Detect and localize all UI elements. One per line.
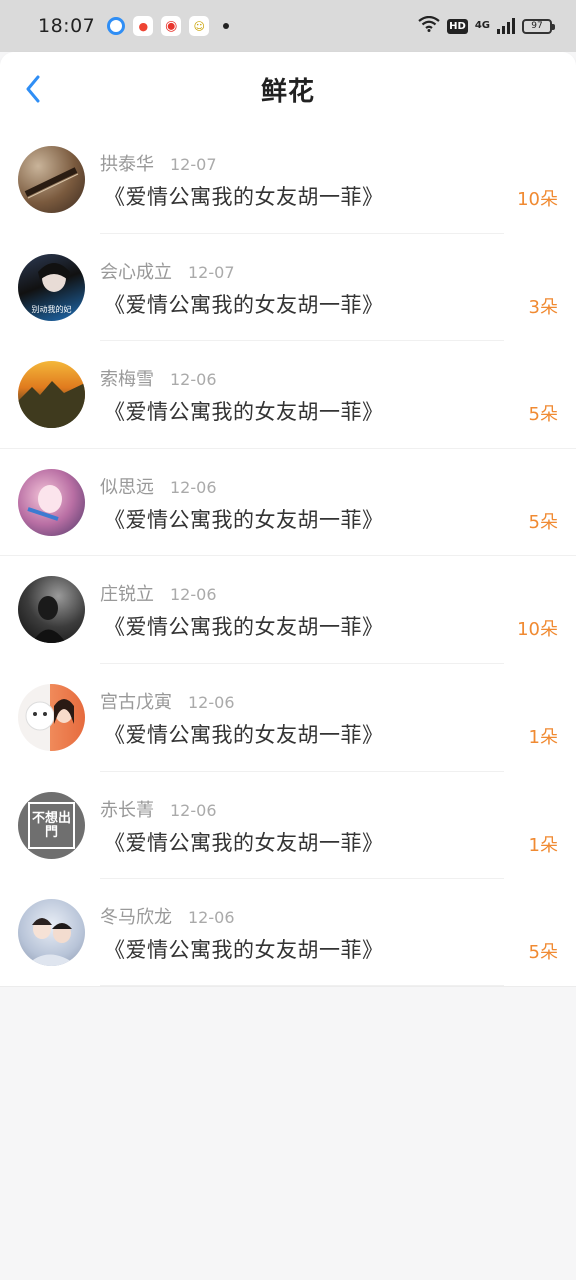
hd-badge: HD [447,18,468,34]
avatar[interactable]: 不想出門 [18,791,85,859]
post-date: 12-06 [188,908,235,928]
back-button[interactable] [20,74,46,104]
book-title[interactable]: 《爱情公寓我的女友胡一菲》 [104,719,384,749]
list-item[interactable]: 冬马欣龙 12-06 《爱情公寓我的女友胡一菲》 5朵 [0,879,576,987]
book-title[interactable]: 《爱情公寓我的女友胡一菲》 [104,289,384,319]
avatar[interactable] [18,146,85,213]
book-title[interactable]: 《爱情公寓我的女友胡一菲》 [104,396,384,426]
list-item[interactable]: 宫古戊寅 12-06 《爱情公寓我的女友胡一菲》 1朵 [0,664,576,772]
baby-app-icon: ☺ [189,16,210,36]
avatar[interactable] [18,683,85,751]
flower-count: 10朵 [517,619,558,641]
post-date: 12-06 [188,692,235,712]
avatar[interactable] [18,468,85,536]
status-bar: 18:07 ● ◉ ☺ HD 4G 97 [0,0,576,52]
user-name: 似思远 [100,476,154,498]
signal-icon [497,18,515,34]
post-date: 12-07 [170,155,217,174]
avatar[interactable] [18,576,85,644]
list-item[interactable]: 拱泰华 12-07 《爱情公寓我的女友胡一菲》 10朵 [0,126,576,234]
list-item[interactable]: 庄锐立 12-06 《爱情公寓我的女友胡一菲》 10朵 [0,556,576,664]
flower-count: 5朵 [528,404,558,426]
list-item[interactable]: 似思远 12-06 《爱情公寓我的女友胡一菲》 5朵 [0,449,576,557]
avatar-caption: 别动我的妃 [31,304,72,314]
book-title[interactable]: 《爱情公寓我的女友胡一菲》 [104,504,384,534]
status-app-icons: ● ◉ ☺ [107,16,230,36]
flower-count: 5朵 [528,511,558,533]
post-date: 12-07 [188,262,235,282]
header-bar: 鲜花 [0,52,576,126]
list-item[interactable]: 别动我的妃 会心成立 12-07 《爱情公寓我的女友胡一菲》 3朵 [0,234,576,342]
book-title[interactable]: 《爱情公寓我的女友胡一菲》 [104,181,384,211]
list-item[interactable]: 不想出門 赤长菁 12-06 《爱情公寓我的女友胡一菲》 1朵 [0,772,576,880]
wifi-icon [418,15,440,37]
network-type: 4G [474,20,490,31]
status-time: 18:07 [38,15,96,37]
flower-count: 5朵 [528,942,558,964]
post-date: 12-06 [170,585,217,605]
browser-icon [107,17,126,35]
user-name: 赤长菁 [100,799,154,821]
user-name: 拱泰华 [100,154,154,175]
user-name: 宫古戊寅 [100,691,172,713]
avatar-caption: 不想出門 [31,810,71,840]
page-title: 鲜花 [260,76,315,107]
chevron-left-icon [26,75,40,103]
flower-count: 1朵 [528,834,558,856]
flower-count: 10朵 [517,189,558,210]
user-name: 索梅雪 [100,369,154,391]
user-name: 庄锐立 [100,584,154,606]
notification-dot-icon [223,23,230,29]
map-icon: ● [133,16,154,36]
weibo-icon: ◉ [161,16,182,36]
flower-list: 拱泰华 12-07 《爱情公寓我的女友胡一菲》 10朵 别动我的妃 会心成立 1… [0,126,576,987]
flower-count: 1朵 [528,726,558,748]
book-title[interactable]: 《爱情公寓我的女友胡一菲》 [104,934,384,964]
user-name: 冬马欣龙 [100,907,172,929]
avatar[interactable]: 别动我的妃 [18,253,85,321]
post-date: 12-06 [170,370,217,390]
post-date: 12-06 [170,800,217,820]
book-title[interactable]: 《爱情公寓我的女友胡一菲》 [104,611,384,641]
list-item[interactable]: 索梅雪 12-06 《爱情公寓我的女友胡一菲》 5朵 [0,341,576,449]
user-name: 会心成立 [100,261,172,283]
avatar[interactable] [18,361,85,429]
flower-count: 3朵 [528,296,558,318]
book-title[interactable]: 《爱情公寓我的女友胡一菲》 [104,827,384,857]
battery-icon: 97 [522,18,555,34]
post-date: 12-06 [170,477,217,497]
avatar[interactable] [18,899,85,967]
